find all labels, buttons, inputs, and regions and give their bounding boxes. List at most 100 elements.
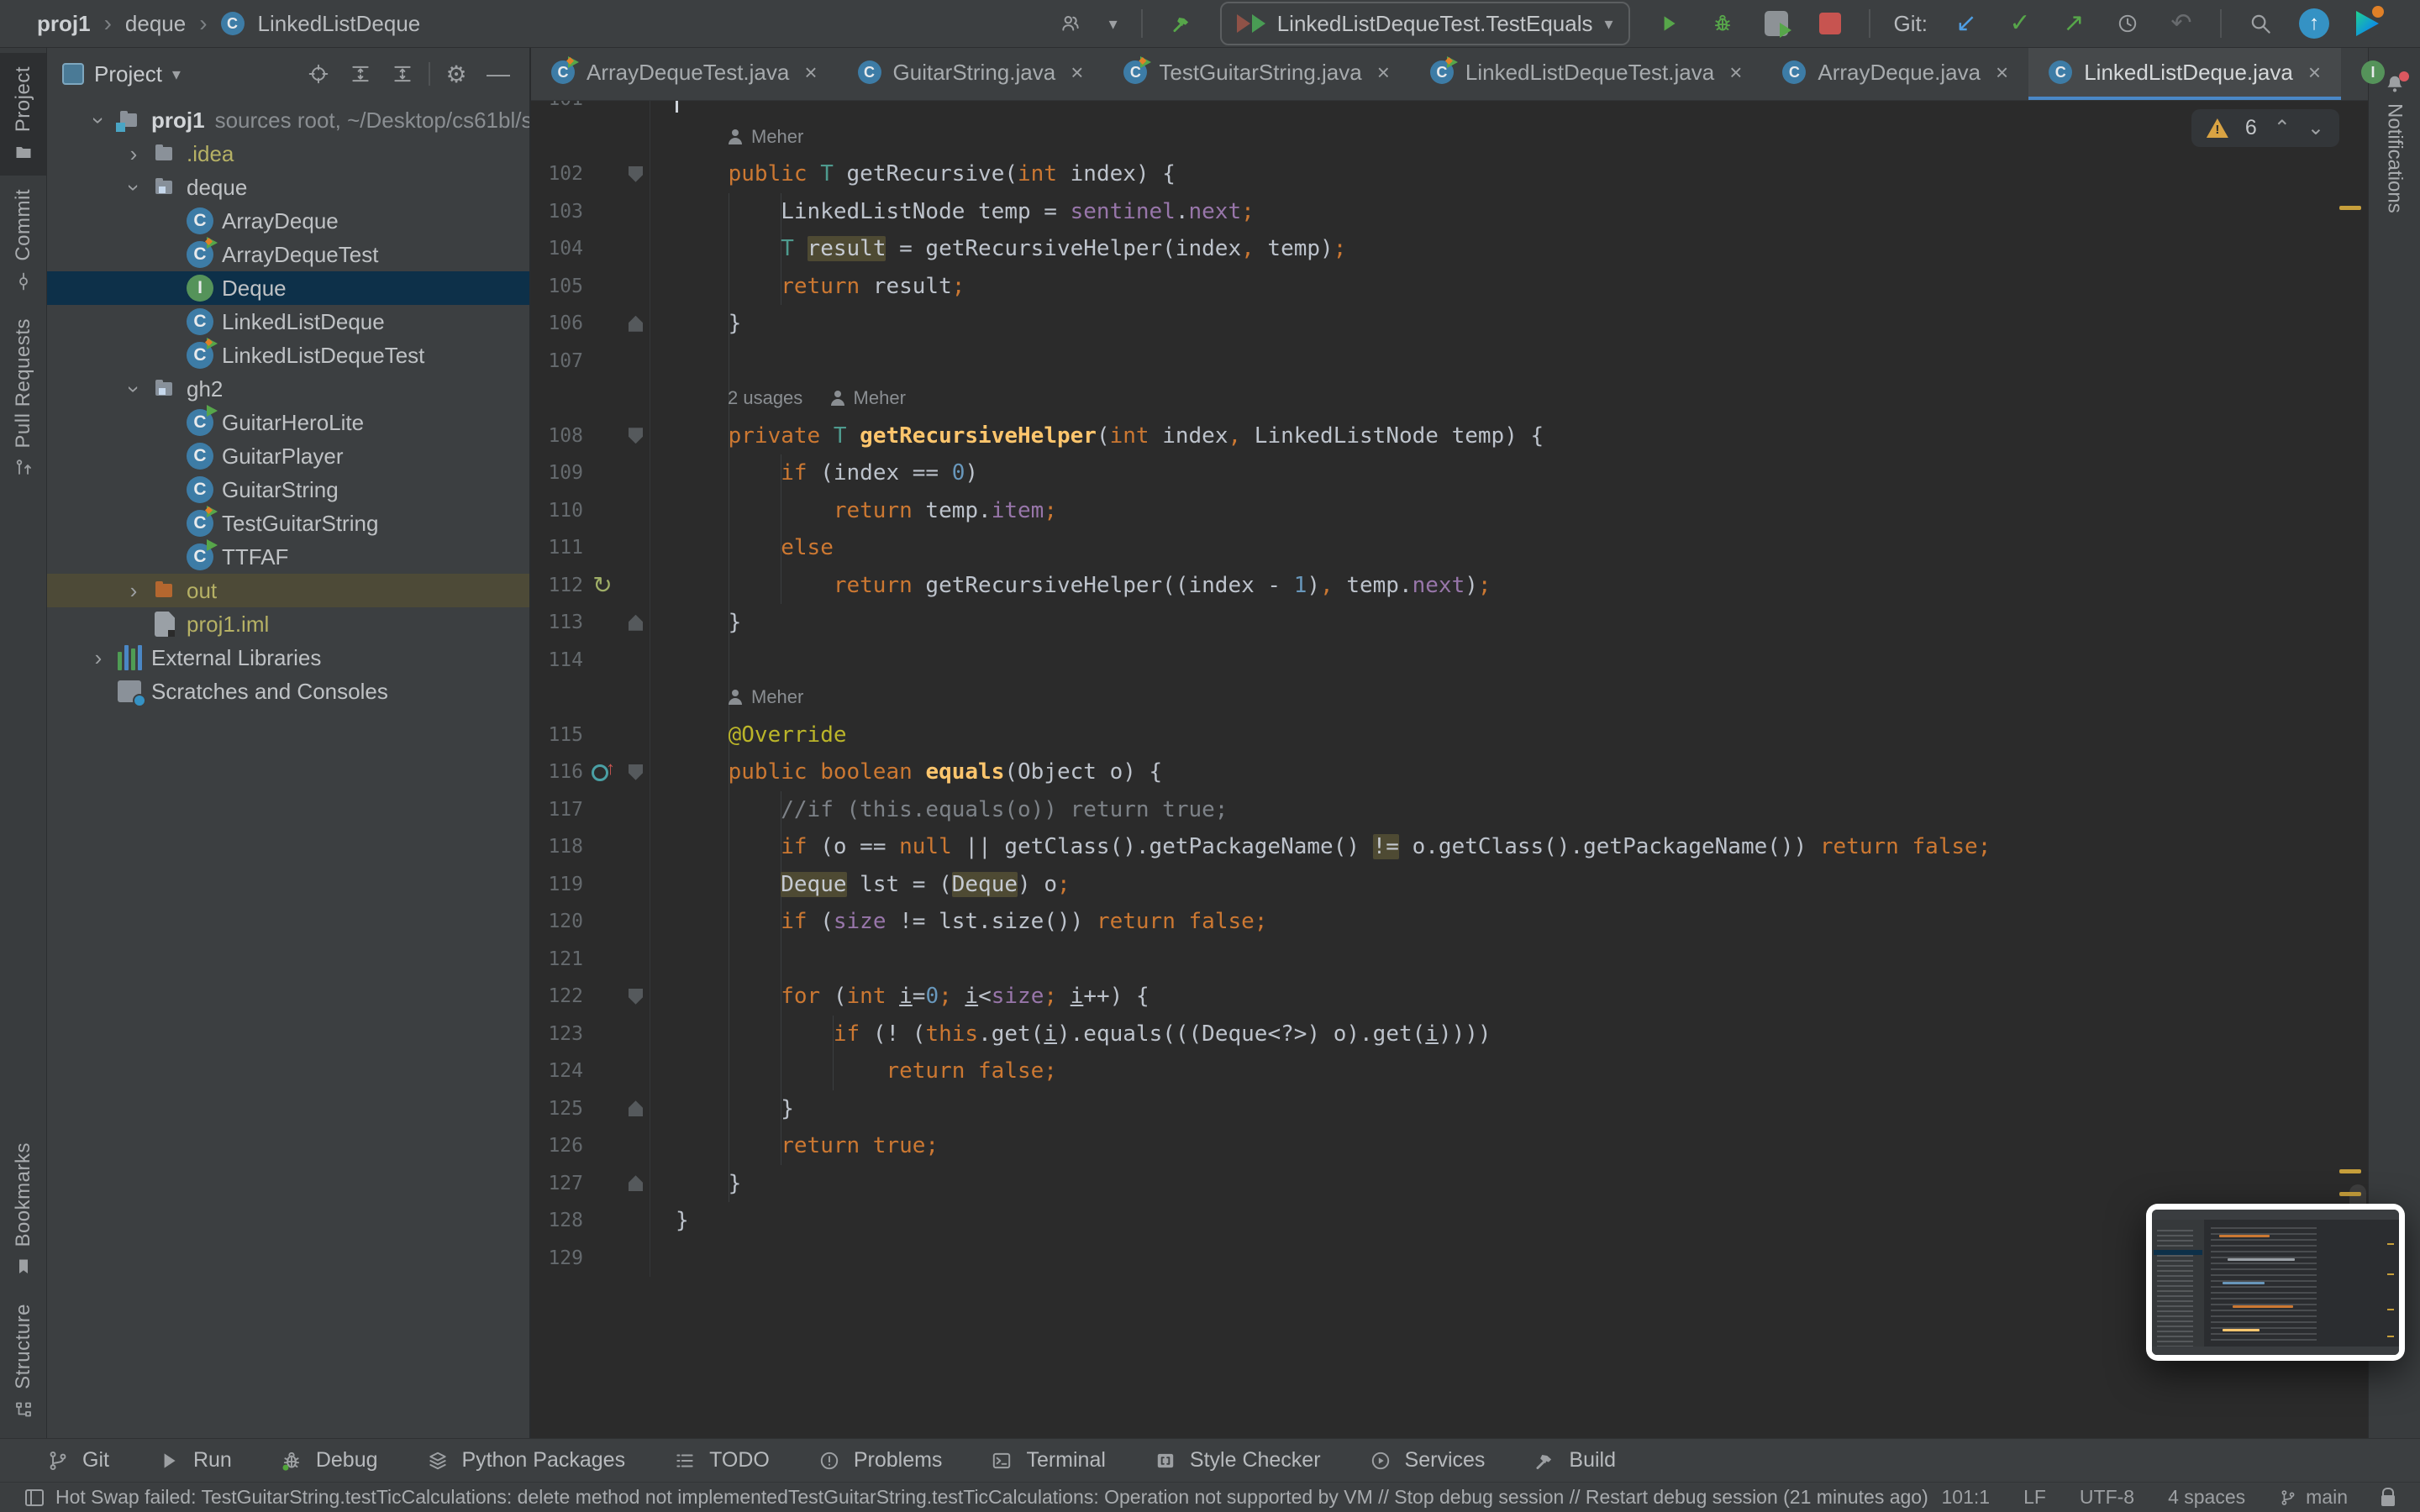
code-line-126[interactable]: 126 return true; bbox=[531, 1127, 2348, 1165]
tree-chevron-icon[interactable]: › bbox=[119, 376, 148, 402]
breadcrumb[interactable]: proj1›deque›CLinkedListDeque bbox=[37, 10, 420, 37]
overrides-method-icon[interactable] bbox=[592, 761, 613, 783]
ide-profile-icon[interactable] bbox=[2353, 5, 2383, 42]
close-icon[interactable]: × bbox=[2308, 60, 2321, 86]
code-line-109[interactable]: 109 if (index == 0) bbox=[531, 454, 2348, 492]
tree-item-scratches-and-consoles[interactable]: Scratches and Consoles bbox=[47, 675, 529, 708]
code-line-108[interactable]: 108 private T getRecursiveHelper(int ind… bbox=[531, 417, 2348, 455]
fold-marker-icon[interactable] bbox=[629, 764, 643, 780]
tool-window-button-problems[interactable]: Problems bbox=[818, 1448, 943, 1473]
collapse-all-icon[interactable] bbox=[387, 63, 418, 85]
code-line-114[interactable]: 114 bbox=[531, 642, 2348, 680]
fold-marker-icon[interactable] bbox=[629, 615, 643, 631]
tab-guitarstring-java[interactable]: CGuitarString.java× bbox=[838, 48, 1104, 100]
code-line-127[interactable]: 127 } bbox=[531, 1165, 2348, 1203]
ide-update-icon[interactable]: ↑ bbox=[2299, 5, 2329, 42]
tree-chevron-icon[interactable]: › bbox=[84, 645, 113, 671]
breadcrumb-item-LinkedListDeque[interactable]: LinkedListDeque bbox=[258, 11, 421, 37]
tree-item-arraydequetest[interactable]: CArrayDequeTest bbox=[47, 238, 529, 271]
tree-item-external-libraries[interactable]: ›External Libraries bbox=[47, 641, 529, 675]
tab-arraydeque-java[interactable]: CArrayDeque.java× bbox=[1762, 48, 2028, 100]
tree-chevron-icon[interactable]: › bbox=[119, 175, 148, 201]
code-line-102[interactable]: 102 public T getRecursive(int index) { bbox=[531, 155, 2348, 193]
tab-testguitarstring-java[interactable]: CTestGuitarString.java× bbox=[1103, 48, 1410, 100]
line-number[interactable]: 117 bbox=[531, 799, 583, 821]
code-line-107[interactable]: 107 bbox=[531, 343, 2348, 381]
code-line-101[interactable]: 101 bbox=[531, 101, 2348, 118]
git-push-icon[interactable]: ↗ bbox=[2059, 5, 2089, 42]
line-number[interactable]: 122 bbox=[531, 985, 583, 1007]
line-number[interactable]: 110 bbox=[531, 500, 583, 522]
code-line-120[interactable]: 120 if (size != lst.size()) return false… bbox=[531, 903, 2348, 941]
stripe-warning-mark[interactable] bbox=[2339, 1192, 2361, 1196]
status-message[interactable]: Hot Swap failed: TestGuitarString.testTi… bbox=[55, 1486, 1930, 1509]
tool-window-button-python-packages[interactable]: Python Packages bbox=[427, 1448, 626, 1473]
code-line-110[interactable]: 110 return temp.item; bbox=[531, 492, 2348, 530]
build-project-icon[interactable] bbox=[1166, 5, 1197, 42]
run-configuration-select[interactable]: LinkedListDequeTest.TestEquals ▾ bbox=[1220, 2, 1630, 45]
tree-item-linkedlistdeque[interactable]: CLinkedListDeque bbox=[47, 305, 529, 339]
line-number[interactable]: 119 bbox=[531, 874, 583, 895]
lock-icon[interactable] bbox=[2381, 1495, 2395, 1506]
breadcrumb-item-proj1[interactable]: proj1 bbox=[37, 11, 91, 37]
run-button[interactable] bbox=[1654, 5, 1684, 42]
code-line-115[interactable]: 115 @Override bbox=[531, 717, 2348, 754]
line-number[interactable]: 124 bbox=[531, 1060, 583, 1082]
line-number[interactable]: 101 bbox=[531, 101, 583, 110]
fold-marker-icon[interactable] bbox=[629, 1175, 643, 1191]
fold-marker-icon[interactable] bbox=[629, 428, 643, 444]
tree-item-proj1-iml[interactable]: proj1.iml bbox=[47, 607, 529, 641]
indent-setting[interactable]: 4 spaces bbox=[2168, 1486, 2245, 1509]
project-panel-title[interactable]: Project bbox=[94, 61, 162, 87]
tree-chevron-icon[interactable]: › bbox=[119, 578, 148, 604]
close-icon[interactable]: × bbox=[1729, 60, 1742, 86]
line-number[interactable]: 109 bbox=[531, 462, 583, 484]
fold-marker-icon[interactable] bbox=[629, 316, 643, 332]
line-number[interactable]: 120 bbox=[531, 911, 583, 932]
author-annotation[interactable]: Meher bbox=[650, 126, 803, 148]
line-number[interactable]: 103 bbox=[531, 201, 583, 223]
tree-chevron-icon[interactable]: › bbox=[84, 108, 113, 134]
author-annotation[interactable]: Meher bbox=[650, 686, 803, 708]
git-update-icon[interactable]: ↙ bbox=[1951, 5, 1981, 42]
tree-item-out[interactable]: ›out bbox=[47, 574, 529, 607]
tree-item-guitarstring[interactable]: CGuitarString bbox=[47, 473, 529, 507]
tool-stripe-project[interactable]: Project bbox=[0, 53, 46, 176]
tool-stripe-pull-requests[interactable]: Pull Requests bbox=[0, 305, 46, 492]
code-with-me-icon[interactable] bbox=[1055, 5, 1086, 42]
tool-window-button-todo[interactable]: TODO bbox=[674, 1448, 770, 1473]
line-number[interactable]: 113 bbox=[531, 612, 583, 633]
line-number[interactable]: 123 bbox=[531, 1023, 583, 1045]
code-line-105[interactable]: 105 return result; bbox=[531, 268, 2348, 306]
line-number[interactable]: 106 bbox=[531, 312, 583, 334]
tool-window-button-build[interactable]: Build bbox=[1534, 1448, 1616, 1473]
debug-button[interactable] bbox=[1707, 5, 1738, 42]
code-line-125[interactable]: 125 } bbox=[531, 1090, 2348, 1128]
code-line-118[interactable]: 118 if (o == null || getClass().getPacka… bbox=[531, 828, 2348, 866]
file-encoding[interactable]: UTF-8 bbox=[2080, 1486, 2134, 1509]
close-icon[interactable]: × bbox=[1996, 60, 2008, 86]
code-line-103[interactable]: 103 LinkedListNode temp = sentinel.next; bbox=[531, 193, 2348, 231]
line-number[interactable]: 118 bbox=[531, 836, 583, 858]
tool-window-button-run[interactable]: Run bbox=[158, 1448, 232, 1473]
tree-item-testguitarstring[interactable]: CTestGuitarString bbox=[47, 507, 529, 540]
tree-item-deque[interactable]: IDeque bbox=[47, 271, 529, 305]
line-number[interactable]: 127 bbox=[531, 1173, 583, 1194]
line-number[interactable]: 128 bbox=[531, 1210, 583, 1231]
locate-file-icon[interactable] bbox=[302, 63, 334, 85]
tree-item-arraydeque[interactable]: CArrayDeque bbox=[47, 204, 529, 238]
next-warning-icon[interactable]: ⌄ bbox=[2307, 116, 2324, 140]
tool-window-button-style-checker[interactable]: Style Checker bbox=[1155, 1448, 1321, 1473]
tab-linkedlistdequetest-java[interactable]: CLinkedListDequeTest.java× bbox=[1410, 48, 1762, 100]
code-vision-annotation[interactable]: 2 usages Meher bbox=[531, 380, 2348, 417]
tree-item-deque[interactable]: ›deque bbox=[47, 171, 529, 204]
code-line-119[interactable]: 119 Deque lst = (Deque) o; bbox=[531, 866, 2348, 904]
line-number[interactable]: 126 bbox=[531, 1135, 583, 1157]
code-line-116[interactable]: 116 public boolean equals(Object o) { bbox=[531, 753, 2348, 791]
tree-item-guitarherolite[interactable]: CGuitarHeroLite bbox=[47, 406, 529, 439]
search-everywhere-icon[interactable] bbox=[2245, 5, 2275, 42]
tree-item-gh2[interactable]: ›gh2 bbox=[47, 372, 529, 406]
layout-icon[interactable] bbox=[25, 1489, 44, 1506]
tree-item-guitarplayer[interactable]: CGuitarPlayer bbox=[47, 439, 529, 473]
inspections-widget[interactable]: ! 6 ⌃ ⌄ bbox=[2191, 109, 2339, 147]
